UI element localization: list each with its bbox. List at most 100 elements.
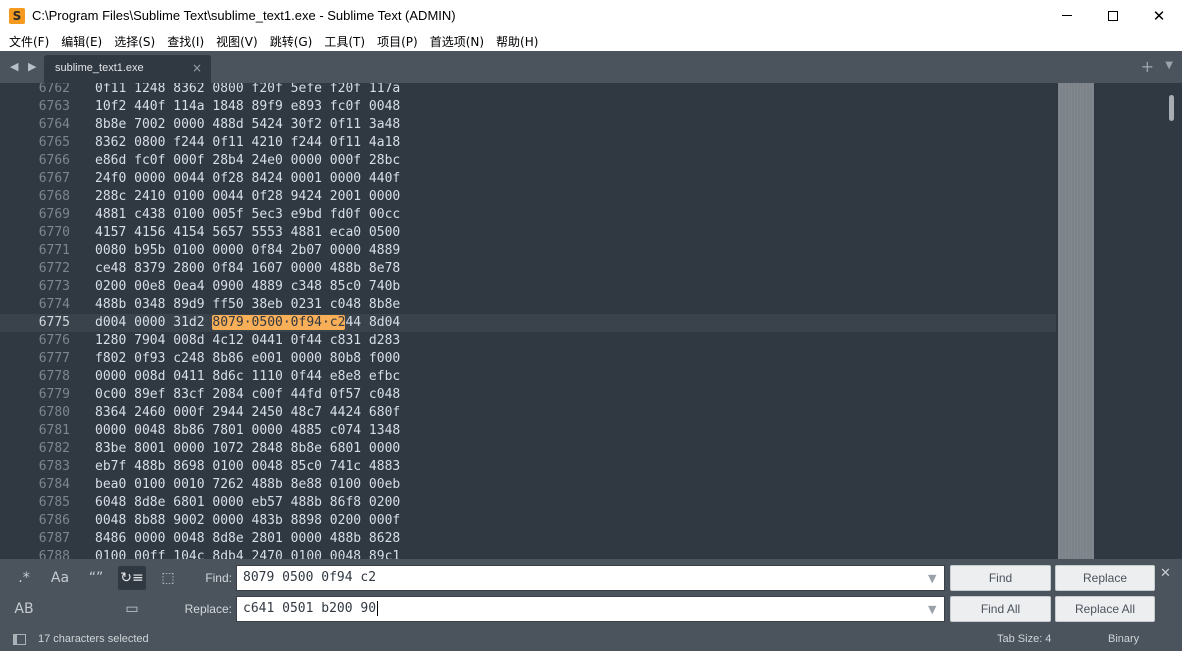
code-line[interactable]: 6786 0048 8b88 9002 0000 483b 8898 0200 0… xyxy=(0,512,1056,530)
in-selection-toggle-icon[interactable]: ⬚ xyxy=(155,567,181,589)
line-number: 6776 xyxy=(38,333,70,348)
code-line[interactable]: 6788 0100 00ff 104c 8db4 2470 0100 0048 8… xyxy=(0,548,1056,559)
line-text: 0000 008d 0411 8d6c 1110 0f44 e8e8 efbc xyxy=(95,369,401,384)
close-window-button[interactable]: ✕ xyxy=(1136,0,1182,31)
menu-edit[interactable]: 编辑(E) xyxy=(55,33,108,50)
tab-list-dropdown-icon[interactable]: ▼ xyxy=(1165,60,1173,71)
wrap-toggle-icon[interactable]: ↻≡ xyxy=(118,566,146,590)
highlight-matches-toggle-icon[interactable]: ▭ xyxy=(118,597,146,621)
line-text: 8486 0000 0048 8d8e 2801 0000 488b 8628 xyxy=(95,531,401,546)
line-number: 6771 xyxy=(38,243,70,258)
line-number: 6767 xyxy=(38,171,70,186)
menu-tools[interactable]: 工具(T) xyxy=(318,33,371,50)
code-line[interactable]: 6785 6048 8d8e 6801 0000 eb57 488b 86f8 0… xyxy=(0,494,1056,512)
code-line[interactable]: 6763 10f2 440f 114a 1848 89f9 e893 fc0f 0… xyxy=(0,98,1056,116)
syntax-indicator[interactable]: Binary xyxy=(1108,633,1139,645)
replace-button[interactable]: Replace xyxy=(1055,565,1155,591)
find-history-dropdown-icon[interactable]: ▼ xyxy=(928,572,936,585)
tab-sublime-text1-exe[interactable]: sublime_text1.exe × xyxy=(44,55,211,83)
code-line[interactable]: 6787 8486 0000 0048 8d8e 2801 0000 488b 8… xyxy=(0,530,1056,548)
code-line[interactable]: 6762 0f11 1248 8362 0800 f20f 5efe f20f 1… xyxy=(0,83,1056,98)
title-bar: S C:\Program Files\Sublime Text\sublime_… xyxy=(0,0,1182,31)
line-number: 6763 xyxy=(38,99,70,114)
code-line[interactable]: 6769 4881 c438 0100 005f 5ec3 e9bd fd0f 0… xyxy=(0,206,1056,224)
line-number: 6779 xyxy=(38,387,70,402)
line-text: f802 0f93 c248 8b86 e001 0000 80b8 f000 xyxy=(95,351,401,366)
preserve-case-toggle-icon[interactable]: AB xyxy=(11,598,37,620)
minimize-button[interactable] xyxy=(1044,0,1090,31)
new-tab-icon[interactable]: + xyxy=(1141,57,1154,76)
case-sensitive-toggle-icon[interactable]: Aa xyxy=(47,567,73,589)
code-line[interactable]: 6775 d004 0000 31d2 8079·0500·0f94·c244 8… xyxy=(0,314,1056,332)
selection-status: 17 characters selected xyxy=(38,633,149,645)
line-text: 10f2 440f 114a 1848 89f9 e893 fc0f 0048 xyxy=(95,99,401,114)
find-button[interactable]: Find xyxy=(950,565,1051,591)
menu-preferences[interactable]: 首选项(N) xyxy=(424,33,490,50)
code-line[interactable]: 6780 8364 2460 000f 2944 2450 48c7 4424 6… xyxy=(0,404,1056,422)
menu-find[interactable]: 查找(I) xyxy=(161,33,210,50)
maximize-button[interactable] xyxy=(1090,0,1136,31)
find-input[interactable]: 8079 0500 0f94 c2 xyxy=(236,565,945,591)
line-text: 0f11 1248 8362 0800 f20f 5efe f20f 117a xyxy=(95,83,401,96)
tab-nav-arrows-icon[interactable]: ◀ ▶ xyxy=(10,60,39,73)
code-line[interactable]: 6771 0080 b95b 0100 0000 0f84 2b07 0000 4… xyxy=(0,242,1056,260)
whole-word-toggle-icon[interactable]: “” xyxy=(83,567,109,589)
code-line[interactable]: 6767 24f0 0000 0044 0f28 8424 0001 0000 4… xyxy=(0,170,1056,188)
line-text: 488b 0348 89d9 ff50 38eb 0231 c048 8b8e xyxy=(95,297,401,312)
tab-close-icon[interactable]: × xyxy=(192,61,202,75)
line-text: d004 0000 31d2 8079·0500·0f94·c244 8d04 xyxy=(95,315,401,330)
replace-history-dropdown-icon[interactable]: ▼ xyxy=(928,603,936,616)
line-text: 0200 00e8 0ea4 0900 4889 c348 85c0 740b xyxy=(95,279,401,294)
minimap-viewport[interactable] xyxy=(1058,83,1094,559)
code-line[interactable]: 6766 e86d fc0f 000f 28b4 24e0 0000 000f 2… xyxy=(0,152,1056,170)
code-line[interactable]: 6782 83be 8001 0000 1072 2848 8b8e 6801 0… xyxy=(0,440,1056,458)
menu-file[interactable]: 文件(F) xyxy=(3,33,55,50)
maximize-icon xyxy=(1108,10,1118,21)
tab-bar: ◀ ▶ sublime_text1.exe × + ▼ xyxy=(0,51,1182,83)
code-line[interactable]: 6783 eb7f 488b 8698 0100 0048 85c0 741c 4… xyxy=(0,458,1056,476)
code-line[interactable]: 6779 0c00 89ef 83cf 2084 c00f 44fd 0f57 c… xyxy=(0,386,1056,404)
code-line[interactable]: 6768 288c 2410 0100 0044 0f28 9424 2001 0… xyxy=(0,188,1056,206)
tab-size-indicator[interactable]: Tab Size: 4 xyxy=(997,633,1051,645)
sidebar-toggle-icon[interactable] xyxy=(13,634,26,645)
line-number: 6762 xyxy=(38,83,70,96)
code-line[interactable]: 6772 ce48 8379 2800 0f84 1607 0000 488b 8… xyxy=(0,260,1056,278)
menu-goto[interactable]: 跳转(G) xyxy=(264,33,319,50)
line-text: 4881 c438 0100 005f 5ec3 e9bd fd0f 00cc xyxy=(95,207,401,222)
search-match-highlight: 8079·0500·0f94·c2 xyxy=(212,315,346,330)
vertical-scrollbar[interactable] xyxy=(1167,93,1175,557)
menu-selection[interactable]: 选择(S) xyxy=(108,33,161,50)
regex-toggle-icon[interactable]: .* xyxy=(11,567,37,589)
menu-view[interactable]: 视图(V) xyxy=(210,33,264,50)
code-line[interactable]: 6764 8b8e 7002 0000 488d 5424 30f2 0f11 3… xyxy=(0,116,1056,134)
line-number: 6768 xyxy=(38,189,70,204)
line-number: 6764 xyxy=(38,117,70,132)
menu-help[interactable]: 帮助(H) xyxy=(490,33,544,50)
code-line[interactable]: 6784 bea0 0100 0010 7262 488b 8e88 0100 0… xyxy=(0,476,1056,494)
line-text: bea0 0100 0010 7262 488b 8e88 0100 00eb xyxy=(95,477,401,492)
close-panel-icon[interactable]: ✕ xyxy=(1160,566,1171,581)
code-line[interactable]: 6776 1280 7904 008d 4c12 0441 0f44 c831 d… xyxy=(0,332,1056,350)
line-number: 6773 xyxy=(38,279,70,294)
line-number: 6775 xyxy=(38,315,70,330)
scrollbar-thumb[interactable] xyxy=(1169,95,1174,121)
code-line[interactable]: 6765 8362 0800 f244 0f11 4210 f244 0f11 4… xyxy=(0,134,1056,152)
code-line[interactable]: 6774 488b 0348 89d9 ff50 38eb 0231 c048 8… xyxy=(0,296,1056,314)
menu-project[interactable]: 项目(P) xyxy=(371,33,424,50)
code-line[interactable]: 6773 0200 00e8 0ea4 0900 4889 c348 85c0 7… xyxy=(0,278,1056,296)
editor-area[interactable]: 6762 0f11 1248 8362 0800 f20f 5efe f20f 1… xyxy=(0,83,1182,559)
replace-all-button[interactable]: Replace All xyxy=(1055,596,1155,622)
code-line[interactable]: 6781 0000 0048 8b86 7801 0000 4885 c074 1… xyxy=(0,422,1056,440)
replace-input[interactable]: c641 0501 b200 90 xyxy=(236,596,945,622)
line-number: 6765 xyxy=(38,135,70,150)
code-line[interactable]: 6778 0000 008d 0411 8d6c 1110 0f44 e8e8 e… xyxy=(0,368,1056,386)
find-replace-panel: .* Aa “” ↻≡ ⬚ AB ▭ Find: 8079 0500 0f94 … xyxy=(0,559,1182,628)
line-number: 6772 xyxy=(38,261,70,276)
code-line[interactable]: 6777 f802 0f93 c248 8b86 e001 0000 80b8 f… xyxy=(0,350,1056,368)
find-all-button[interactable]: Find All xyxy=(950,596,1051,622)
code-line[interactable]: 6770 4157 4156 4154 5657 5553 4881 eca0 0… xyxy=(0,224,1056,242)
line-number: 6778 xyxy=(38,369,70,384)
line-number: 6788 xyxy=(38,549,70,559)
line-number: 6781 xyxy=(38,423,70,438)
line-number: 6770 xyxy=(38,225,70,240)
